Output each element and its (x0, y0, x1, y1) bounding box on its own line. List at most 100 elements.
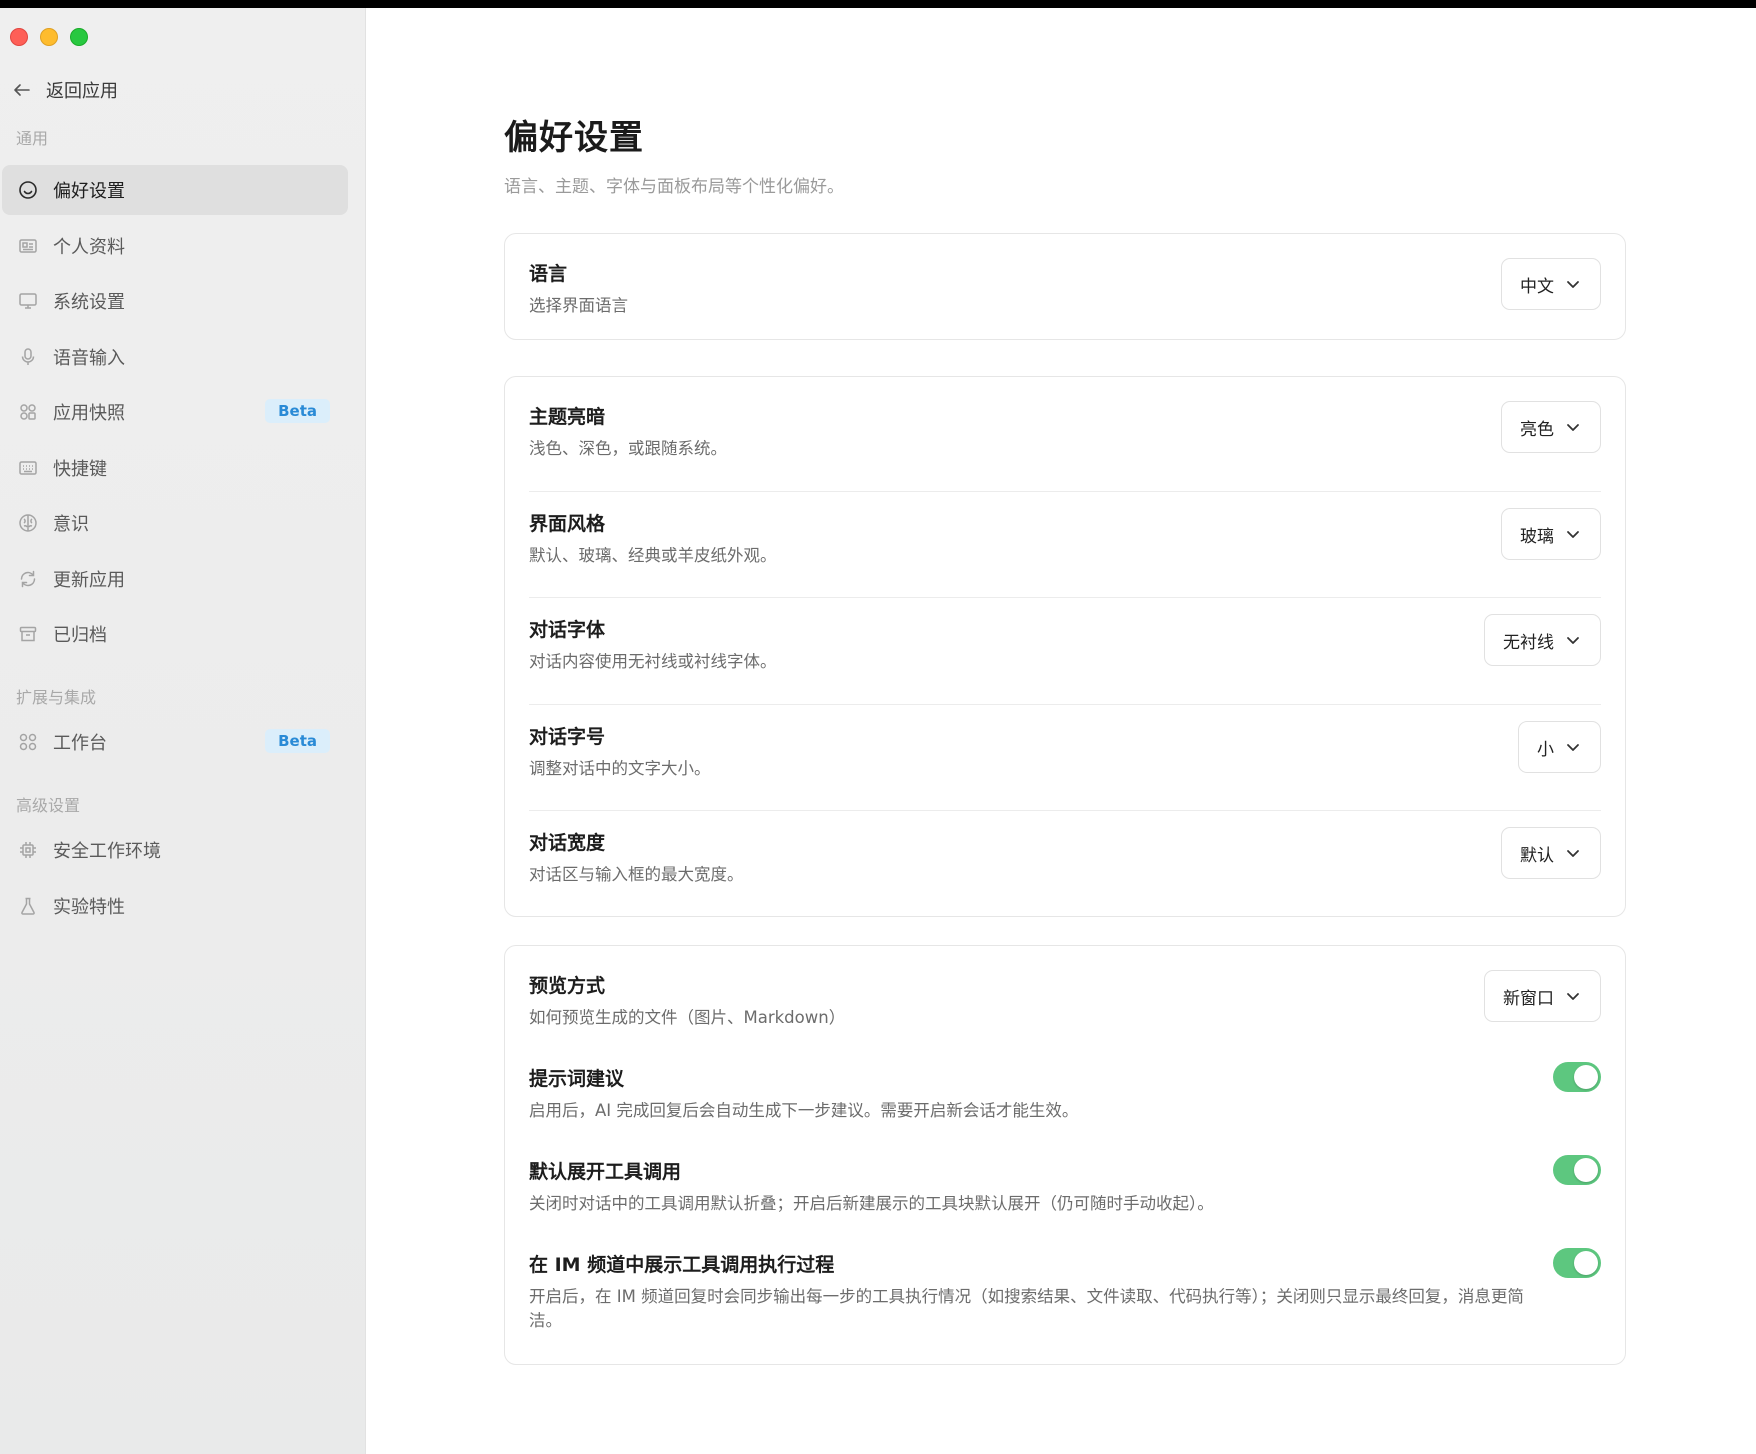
preview-desc: 如何预览生成的文件（图片、Markdown） (529, 1008, 846, 1027)
monitor-icon (17, 290, 39, 312)
language-desc: 选择界面语言 (529, 296, 628, 315)
theme-row: 主题亮暗 浅色、深色，或跟随系统。 (529, 402, 1601, 461)
sidebar-item-label: 应用快照 (53, 403, 125, 424)
theme-title: 主题亮暗 (529, 406, 606, 428)
beta-badge: Beta (265, 729, 330, 753)
font-size-desc: 调整对话中的文字大小。 (529, 759, 711, 778)
font-select[interactable]: 无衬线 (1484, 614, 1601, 666)
divider (529, 810, 1601, 811)
chevron-down-icon (1567, 281, 1579, 288)
sidebar-item-system[interactable]: 系统设置 (2, 276, 348, 326)
divider (529, 704, 1601, 705)
smile-icon (17, 179, 39, 201)
chip-icon (17, 839, 39, 861)
beta-badge: Beta (265, 399, 330, 423)
sidebar-item-label: 快捷键 (53, 459, 107, 480)
language-row: 语言 选择界面语言 (529, 259, 1601, 318)
language-value: 中文 (1520, 276, 1554, 297)
font-desc: 对话内容使用无衬线或衬线字体。 (529, 652, 777, 671)
sidebar-item-label: 语音输入 (53, 348, 125, 369)
expand-tools-title: 默认展开工具调用 (529, 1161, 682, 1183)
sidebar-item-label: 安全工作环境 (53, 841, 161, 862)
grid-icon (17, 731, 39, 753)
suggest-toggle[interactable] (1553, 1062, 1601, 1092)
sidebar-item-update[interactable]: 更新应用 (2, 554, 348, 604)
microphone-icon (17, 346, 39, 368)
refresh-icon (17, 568, 39, 590)
preview-select[interactable]: 新窗口 (1484, 970, 1601, 1022)
arrow-left-icon (14, 84, 30, 96)
chevron-down-icon (1567, 744, 1579, 751)
sidebar-item-workbench[interactable]: 工作台 Beta (2, 717, 348, 767)
sidebar-item-secure-env[interactable]: 安全工作环境 (2, 825, 348, 875)
chevron-down-icon (1567, 993, 1579, 1000)
width-row: 对话宽度 对话区与输入框的最大宽度。 (529, 828, 1601, 887)
divider (529, 597, 1601, 598)
language-card: 语言 选择界面语言 中文 (504, 233, 1626, 340)
sidebar-item-voice[interactable]: 语音输入 (2, 332, 348, 382)
sidebar-item-snapshot[interactable]: 应用快照 Beta (2, 387, 348, 437)
back-to-app-link[interactable]: 返回应用 (12, 70, 118, 110)
page-title: 偏好设置 (504, 118, 644, 158)
font-size-select[interactable]: 小 (1518, 721, 1601, 773)
sidebar-item-experimental[interactable]: 实验特性 (2, 881, 348, 931)
font-size-title: 对话字号 (529, 726, 606, 748)
sidebar-item-shortcuts[interactable]: 快捷键 (2, 443, 348, 493)
style-title: 界面风格 (529, 513, 606, 535)
style-desc: 默认、玻璃、经典或羊皮纸外观。 (529, 546, 777, 565)
language-title: 语言 (529, 263, 568, 285)
chevron-down-icon (1567, 424, 1579, 431)
font-row: 对话字体 对话内容使用无衬线或衬线字体。 (529, 615, 1601, 674)
sidebar-item-label: 已归档 (53, 625, 107, 646)
theme-select[interactable]: 亮色 (1501, 401, 1601, 453)
zoom-window-button[interactable] (70, 28, 88, 46)
archive-icon (17, 623, 39, 645)
style-select[interactable]: 玻璃 (1501, 508, 1601, 560)
sidebar-item-preferences[interactable]: 偏好设置 (2, 165, 348, 215)
width-select[interactable]: 默认 (1501, 827, 1601, 879)
minimize-window-button[interactable] (40, 28, 58, 46)
theme-value: 亮色 (1520, 419, 1554, 440)
width-desc: 对话区与输入框的最大宽度。 (529, 865, 744, 884)
section-label-advanced: 高级设置 (16, 796, 81, 815)
sidebar-item-profile[interactable]: 个人资料 (2, 221, 348, 271)
expand-tools-toggle[interactable] (1553, 1155, 1601, 1185)
keyboard-icon (17, 457, 39, 479)
font-size-value: 小 (1537, 739, 1554, 760)
style-row: 界面风格 默认、玻璃、经典或羊皮纸外观。 (529, 509, 1601, 568)
toggle-knob (1574, 1065, 1598, 1089)
appearance-card: 主题亮暗 浅色、深色，或跟随系统。 亮色 界面风格 默认、玻璃、经典或羊皮纸外观… (504, 376, 1626, 917)
brain-icon (17, 512, 39, 534)
sidebar-item-label: 系统设置 (53, 292, 125, 313)
sidebar-item-consciousness[interactable]: 意识 (2, 498, 348, 548)
toggle-knob (1574, 1251, 1598, 1275)
snapshot-icon (17, 401, 39, 423)
language-select[interactable]: 中文 (1501, 258, 1601, 310)
expand-tools-desc: 关闭时对话中的工具调用默认折叠；开启后新建展示的工具块默认展开（仍可随时手动收起… (529, 1194, 1214, 1213)
settings-window: 返回应用 通用 偏好设置 个人资料 系统设置 语音输入 应用快照 Beta 快捷… (0, 8, 1756, 1454)
sidebar-item-label: 偏好设置 (53, 181, 125, 202)
preview-title: 预览方式 (529, 975, 606, 997)
style-value: 玻璃 (1520, 526, 1554, 547)
font-value: 无衬线 (1503, 632, 1554, 653)
im-tools-row: 在 IM 频道中展示工具调用执行过程 开启后，在 IM 频道回复时会同步输出每一… (529, 1250, 1555, 1333)
main-content: 偏好设置 语言、主题、字体与面板布局等个性化偏好。 语言 选择界面语言 中文 主… (366, 8, 1756, 1454)
preview-value: 新窗口 (1503, 988, 1554, 1009)
im-tools-toggle[interactable] (1553, 1248, 1601, 1278)
chevron-down-icon (1567, 637, 1579, 644)
sidebar-item-archived[interactable]: 已归档 (2, 609, 348, 659)
suggest-title: 提示词建议 (529, 1068, 625, 1090)
theme-desc: 浅色、深色，或跟随系统。 (529, 439, 727, 458)
behavior-card: 预览方式 如何预览生成的文件（图片、Markdown） 新窗口 提示词建议 启用… (504, 945, 1626, 1365)
sidebar-item-label: 实验特性 (53, 897, 125, 918)
close-window-button[interactable] (10, 28, 28, 46)
page-subtitle: 语言、主题、字体与面板布局等个性化偏好。 (504, 177, 844, 197)
id-card-icon (17, 235, 39, 257)
toggle-knob (1574, 1158, 1598, 1182)
sidebar-item-label: 更新应用 (53, 570, 125, 591)
window-controls (10, 28, 88, 46)
chevron-down-icon (1567, 531, 1579, 538)
im-tools-title: 在 IM 频道中展示工具调用执行过程 (529, 1254, 835, 1276)
sidebar-item-label: 工作台 (53, 733, 107, 754)
suggest-row: 提示词建议 启用后，AI 完成回复后会自动生成下一步建议。需要开启新会话才能生效… (529, 1064, 1515, 1123)
